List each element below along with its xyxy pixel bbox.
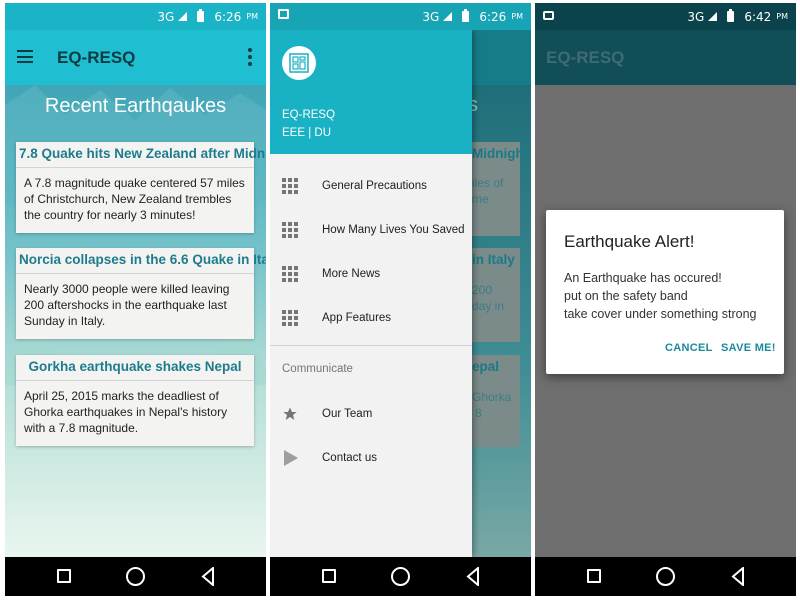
navigation-drawer: EQ-RESQ EEE | DU General Precautions How… bbox=[270, 30, 472, 557]
send-icon bbox=[284, 450, 298, 466]
screen-recent-earthquakes: 3G 6:26 PM EQ-RESQ Recent Earthqaukes 7.… bbox=[5, 3, 266, 596]
menu-item-label: General Precautions bbox=[322, 180, 427, 192]
back-icon[interactable] bbox=[466, 567, 480, 586]
more-vert-icon[interactable] bbox=[248, 48, 252, 69]
recents-icon[interactable] bbox=[587, 569, 601, 583]
drawer-subtitle: EEE | DU bbox=[282, 127, 331, 139]
clock: 6:26 bbox=[479, 9, 507, 24]
bg-fragment: day in bbox=[472, 299, 505, 313]
screen-earthquake-alert: 3G 6:42 PM EQ-RESQ Earthquake Alert! An … bbox=[535, 3, 796, 596]
chat-notification-icon bbox=[543, 11, 554, 20]
news-card-body: Nearly 3000 people were killed leaving 2… bbox=[24, 282, 230, 328]
news-card[interactable]: Gorkha earthquake shakes Nepal April 25,… bbox=[16, 355, 254, 446]
news-feed[interactable]: Recent Earthqaukes 7.8 Quake hits New Ze… bbox=[5, 85, 266, 557]
star-icon bbox=[283, 407, 297, 420]
menu-item-app-features[interactable]: App Features bbox=[270, 296, 472, 340]
menu-item-contact-us[interactable]: Contact us bbox=[270, 436, 472, 480]
app-bar: EQ-RESQ bbox=[5, 30, 266, 85]
recents-icon[interactable] bbox=[322, 569, 336, 583]
bg-fragment: 200 bbox=[472, 283, 493, 297]
network-type: 3G bbox=[687, 9, 705, 24]
bg-fragment: in Italy bbox=[472, 252, 515, 267]
menu-item-label: More News bbox=[322, 268, 381, 280]
battery-icon bbox=[462, 9, 470, 22]
bg-fragment: Ghorka bbox=[472, 390, 512, 404]
app-title: EQ-RESQ bbox=[57, 48, 136, 67]
system-nav-bar bbox=[270, 557, 531, 596]
clock: 6:26 bbox=[214, 9, 242, 24]
clock-ampm: PM bbox=[246, 12, 258, 21]
image-notification-icon bbox=[278, 9, 289, 19]
status-bar: 3G 6:26 PM bbox=[270, 3, 531, 30]
news-card-title: Gorkha earthquake shakes Nepal bbox=[16, 355, 254, 381]
clock-ampm: PM bbox=[511, 12, 523, 21]
back-icon[interactable] bbox=[201, 567, 215, 586]
home-icon[interactable] bbox=[126, 567, 145, 586]
bg-fragment: 8 bbox=[475, 406, 482, 420]
screen-nav-drawer: s Midnight iles of me in Italy 200 day i… bbox=[270, 3, 531, 596]
clock-ampm: PM bbox=[776, 12, 788, 21]
menu-item-label: App Features bbox=[322, 312, 392, 324]
back-icon[interactable] bbox=[731, 567, 745, 586]
news-card-body: April 25, 2015 marks the deadliest of Gh… bbox=[24, 389, 228, 435]
save-me-button[interactable]: SAVE ME! bbox=[721, 342, 776, 354]
status-bar: 3G 6:26 PM bbox=[5, 3, 266, 30]
hero-title: Recent Earthqaukes bbox=[44, 95, 227, 117]
hamburger-icon[interactable] bbox=[17, 50, 33, 63]
app-title: EQ-RESQ bbox=[546, 48, 625, 67]
clock: 6:42 bbox=[744, 9, 772, 24]
drawer-divider bbox=[270, 345, 472, 346]
grid-icon bbox=[282, 266, 298, 282]
menu-item-lives-saved[interactable]: How Many Lives You Saved bbox=[270, 208, 472, 252]
grid-icon bbox=[282, 222, 298, 238]
battery-icon bbox=[197, 9, 205, 22]
news-card[interactable]: Norcia collapses in the 6.6 Quake in Ita… bbox=[16, 248, 266, 339]
menu-item-more-news[interactable]: More News bbox=[270, 252, 472, 296]
grid-icon bbox=[282, 178, 298, 194]
news-card-title: 7.8 Quake hits New Zealand after Midnigh… bbox=[16, 142, 266, 168]
app-bar: EQ-RESQ bbox=[535, 30, 796, 85]
signal-icon bbox=[443, 12, 453, 21]
bg-fragment: epal bbox=[472, 359, 500, 374]
drawer-title: EQ-RESQ bbox=[282, 109, 336, 121]
app-logo-icon bbox=[282, 46, 316, 80]
menu-item-label: Our Team bbox=[322, 408, 373, 420]
drawer-header: EQ-RESQ EEE | DU bbox=[270, 30, 472, 154]
battery-icon bbox=[727, 9, 735, 22]
bg-fragment: me bbox=[472, 192, 489, 206]
news-card-body: A 7.8 magnitude quake centered 57 miles … bbox=[24, 176, 245, 222]
network-type: 3G bbox=[422, 9, 440, 24]
alert-dialog: Earthquake Alert! An Earthquake has occu… bbox=[546, 210, 784, 374]
home-icon[interactable] bbox=[391, 567, 410, 586]
news-card[interactable]: 7.8 Quake hits New Zealand after Midnigh… bbox=[16, 142, 266, 233]
system-nav-bar bbox=[535, 557, 796, 596]
menu-item-label: Contact us bbox=[322, 452, 377, 464]
home-icon[interactable] bbox=[656, 567, 675, 586]
menu-item-our-team[interactable]: Our Team bbox=[270, 392, 472, 436]
cancel-button[interactable]: CANCEL bbox=[665, 342, 713, 354]
recents-icon[interactable] bbox=[57, 569, 71, 583]
signal-icon bbox=[708, 12, 718, 21]
status-bar: 3G 6:42 PM bbox=[535, 3, 796, 30]
system-nav-bar bbox=[5, 557, 266, 596]
bg-fragment: Midnight bbox=[472, 146, 529, 161]
signal-icon bbox=[178, 12, 188, 21]
network-type: 3G bbox=[157, 9, 175, 24]
grid-icon bbox=[282, 310, 298, 326]
dialog-title: Earthquake Alert! bbox=[564, 232, 695, 251]
menu-item-label: How Many Lives You Saved bbox=[322, 224, 465, 236]
bg-fragment: iles of bbox=[472, 176, 504, 190]
news-card-title: Norcia collapses in the 6.6 Quake in Ita… bbox=[16, 248, 266, 274]
drawer-section-label: Communicate bbox=[282, 363, 353, 375]
dialog-message: An Earthquake has occured! put on the sa… bbox=[564, 271, 757, 321]
menu-item-general-precautions[interactable]: General Precautions bbox=[270, 164, 472, 208]
